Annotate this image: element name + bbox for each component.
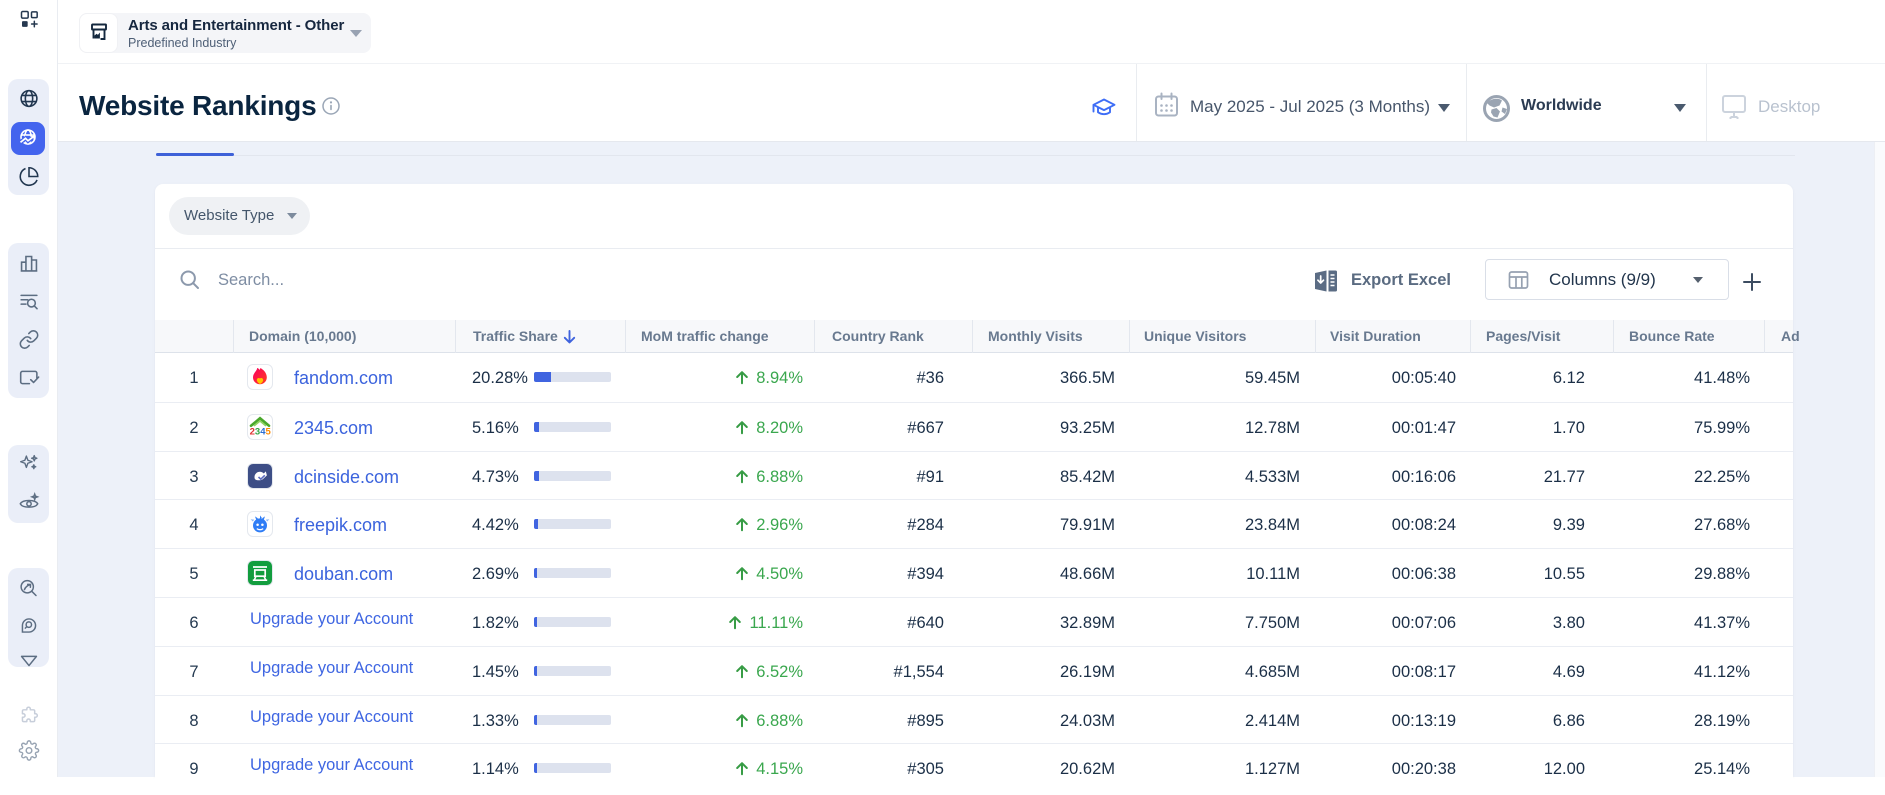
svg-text:2345: 2345 [250, 426, 272, 437]
